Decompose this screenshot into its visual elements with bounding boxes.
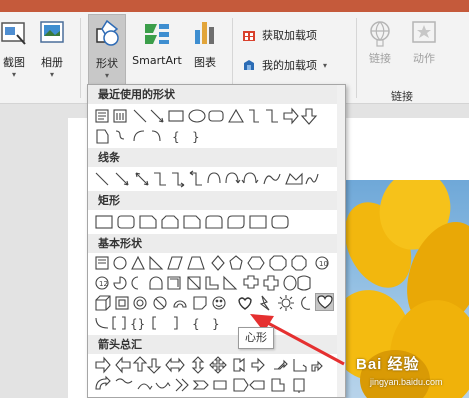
shape-row[interactable] xyxy=(94,169,340,189)
baidu-watermark: Bai 经验 jingyan.baidu.com xyxy=(356,353,464,393)
screenshot-button[interactable]: 截图 ▾ xyxy=(0,14,34,88)
album-icon xyxy=(40,21,64,43)
chevron-down-icon: ▾ xyxy=(104,71,109,80)
screenshot-label: 截图 xyxy=(3,56,25,69)
my-addins-button[interactable]: 我的加载项 ▾ xyxy=(242,54,327,76)
link-group-label: 链接 xyxy=(391,90,413,103)
chart-label: 图表 xyxy=(194,56,216,69)
action-button[interactable]: 动作 xyxy=(404,14,444,88)
watermark-brand: Bai 经验 xyxy=(356,356,420,373)
watermark-url: jingyan.baidu.com xyxy=(370,377,443,387)
shape-row[interactable] xyxy=(94,212,340,232)
action-label: 动作 xyxy=(413,52,435,65)
shape-row[interactable]: { } xyxy=(94,126,340,146)
smartart-button[interactable]: SmartArt xyxy=(128,14,186,88)
svg-text:}: } xyxy=(212,317,220,331)
smartart-icon xyxy=(145,24,169,44)
get-addins-button[interactable]: 获取加载项 xyxy=(242,24,317,46)
chart-icon xyxy=(195,22,214,44)
chevron-down-icon: ▾ xyxy=(11,70,16,79)
shape-tooltip: 心形 xyxy=(238,327,274,349)
album-button[interactable]: 相册 ▾ xyxy=(34,14,70,88)
shapes-button[interactable]: 形状 ▾ xyxy=(88,14,126,88)
shape-row[interactable] xyxy=(94,375,340,395)
action-star-icon xyxy=(412,21,436,43)
svg-text:}: } xyxy=(192,130,200,144)
link-icon xyxy=(370,21,390,47)
section-rectangles: 矩形 xyxy=(88,191,345,210)
my-addins-icon xyxy=(244,60,254,70)
screenshot-icon xyxy=(1,22,26,45)
store-icon xyxy=(243,31,255,41)
shapes-icon xyxy=(96,19,119,46)
svg-text:12: 12 xyxy=(99,280,108,288)
get-addins-label: 获取加载项 xyxy=(262,29,317,42)
svg-text:{: { xyxy=(172,130,180,144)
my-addins-label: 我的加载项 xyxy=(262,59,317,72)
section-recent: 最近使用的形状 xyxy=(88,85,345,104)
link-label: 链接 xyxy=(369,52,391,65)
svg-text:10: 10 xyxy=(319,260,328,268)
section-lines: 线条 xyxy=(88,148,345,167)
ribbon-divider xyxy=(80,18,81,98)
section-basic: 基本形状 xyxy=(88,234,345,253)
chart-button[interactable]: 图表 xyxy=(188,14,222,88)
title-bar xyxy=(0,0,469,12)
chevron-down-icon: ▾ xyxy=(323,60,328,70)
smartart-label: SmartArt xyxy=(132,54,182,67)
link-button[interactable]: 链接 xyxy=(364,14,396,88)
shapes-label: 形状 xyxy=(96,57,118,70)
chevron-down-icon: ▾ xyxy=(49,70,54,79)
svg-text:{}: {} xyxy=(130,317,145,331)
album-label: 相册 xyxy=(41,56,63,69)
ribbon-divider xyxy=(356,18,357,98)
shape-row[interactable]: 12 xyxy=(94,273,340,293)
shape-row[interactable]: 10 xyxy=(94,253,340,273)
shape-row[interactable] xyxy=(94,106,340,126)
svg-text:{: { xyxy=(192,317,200,331)
